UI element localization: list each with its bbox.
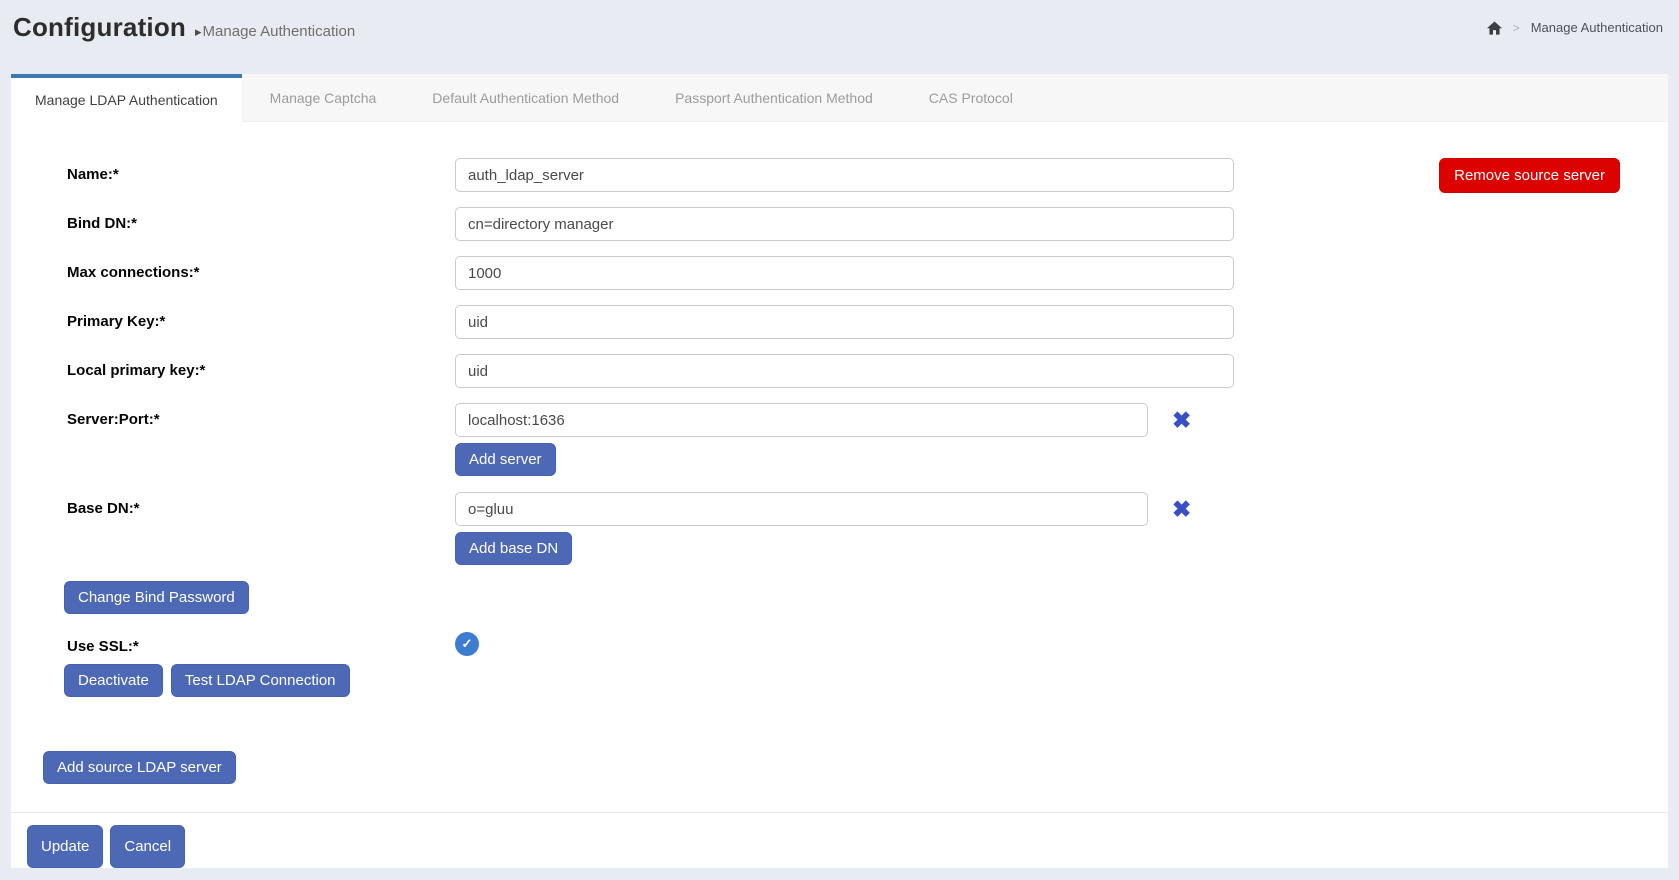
add-source-row: Add source LDAP server <box>11 751 1668 784</box>
primary-key-label: Primary Key:* <box>67 305 455 339</box>
max-connections-row: Max connections:* <box>11 256 1668 290</box>
server-port-label: Server:Port:* <box>67 403 455 476</box>
change-bind-password-button[interactable]: Change Bind Password <box>64 581 249 614</box>
cancel-button[interactable]: Cancel <box>110 825 185 868</box>
action-buttons-row: Deactivate Test LDAP Connection <box>11 664 1668 697</box>
use-ssl-label: Use SSL:* <box>67 630 455 656</box>
name-input[interactable] <box>455 158 1234 192</box>
form-footer: Update Cancel <box>11 812 1668 868</box>
server-port-input[interactable] <box>455 403 1148 437</box>
tab-passport-authentication-method[interactable]: Passport Authentication Method <box>647 74 901 121</box>
add-base-dn-button[interactable]: Add base DN <box>455 532 572 565</box>
use-ssl-row: Use SSL:* ✓ <box>11 630 1668 656</box>
primary-key-input[interactable] <box>455 305 1234 339</box>
remove-server-icon[interactable]: ✖ <box>1172 403 1191 437</box>
server-port-row: Server:Port:* ✖ Add server <box>11 403 1668 476</box>
base-dn-row: Base DN:* ✖ Add base DN <box>11 492 1668 565</box>
configuration-card: Manage LDAP Authentication Manage Captch… <box>11 74 1668 868</box>
tab-manage-ldap-authentication[interactable]: Manage LDAP Authentication <box>11 74 242 122</box>
primary-key-row: Primary Key:* <box>11 305 1668 339</box>
page-subtitle-text: Manage Authentication <box>203 23 356 40</box>
breadcrumb-current[interactable]: Manage Authentication <box>1531 20 1663 35</box>
tab-bar: Manage LDAP Authentication Manage Captch… <box>11 74 1668 122</box>
remove-base-dn-icon[interactable]: ✖ <box>1172 492 1191 526</box>
bind-dn-input[interactable] <box>455 207 1234 241</box>
breadcrumb-separator: > <box>1513 21 1520 35</box>
home-icon[interactable] <box>1487 21 1502 35</box>
name-label: Name:* <box>67 158 455 192</box>
base-dn-input[interactable] <box>455 492 1148 526</box>
deactivate-button[interactable]: Deactivate <box>64 664 163 697</box>
page-subtitle: ▸Manage Authentication <box>195 23 355 40</box>
bind-dn-row: Bind DN:* <box>11 207 1668 241</box>
name-row: Name:* <box>11 158 1668 192</box>
tab-manage-captcha[interactable]: Manage Captcha <box>242 74 405 121</box>
bind-dn-label: Bind DN:* <box>67 207 455 241</box>
add-source-ldap-server-button[interactable]: Add source LDAP server <box>43 751 236 784</box>
check-icon: ✓ <box>462 636 473 652</box>
change-bind-password-row: Change Bind Password <box>11 581 1668 614</box>
ldap-authentication-panel: Remove source server Name:* Bind DN:* Ma… <box>11 122 1668 812</box>
local-primary-key-label: Local primary key:* <box>67 354 455 388</box>
page-header: Configuration ▸Manage Authentication > M… <box>0 0 1679 74</box>
add-server-button[interactable]: Add server <box>455 443 556 476</box>
remove-source-server-button[interactable]: Remove source server <box>1439 158 1620 193</box>
local-primary-key-input[interactable] <box>455 354 1234 388</box>
use-ssl-checkbox[interactable]: ✓ <box>455 632 479 656</box>
breadcrumb: > Manage Authentication <box>1487 20 1663 35</box>
base-dn-label: Base DN:* <box>67 492 455 565</box>
tab-cas-protocol[interactable]: CAS Protocol <box>901 74 1041 121</box>
page-title: Configuration <box>13 12 186 43</box>
tab-default-authentication-method[interactable]: Default Authentication Method <box>404 74 647 121</box>
caret-right-icon: ▸ <box>195 24 202 39</box>
update-button[interactable]: Update <box>27 825 103 868</box>
local-primary-key-row: Local primary key:* <box>11 354 1668 388</box>
max-connections-label: Max connections:* <box>67 256 455 290</box>
max-connections-input[interactable] <box>455 256 1234 290</box>
test-ldap-connection-button[interactable]: Test LDAP Connection <box>171 664 350 697</box>
